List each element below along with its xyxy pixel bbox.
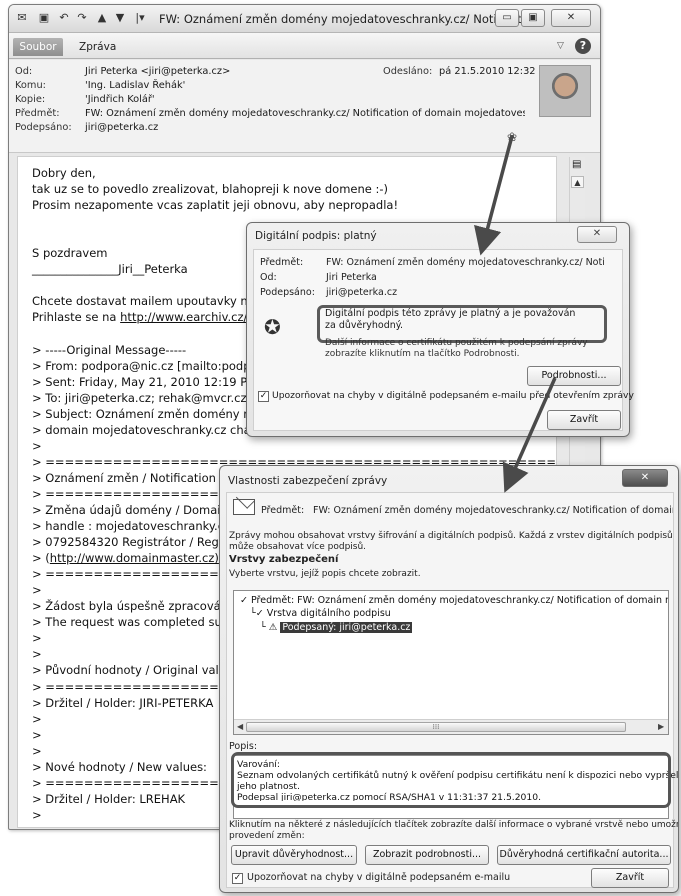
domainmaster-link[interactable]: http://www.domainmaster.cz): [50, 551, 219, 565]
window-title: FW: Oznámení změn domény mojedatoveschra…: [159, 12, 543, 26]
signed-envelope-icon: [233, 499, 255, 515]
cc-value[interactable]: 'Jindřich Kolář': [85, 94, 155, 105]
sent-label: Odesláno:: [383, 66, 433, 77]
dialog-close-button[interactable]: ✕: [622, 469, 668, 487]
subject-value: FW: Oznámení změn domény mojedatoveschra…: [313, 505, 673, 516]
certificate-ribbon-icon: ✪: [264, 315, 281, 339]
title-bar: ✉ ▣ ↶ ↷ ▲ ▼ |▾ FW: Oznámení změn domény …: [9, 5, 600, 33]
save-icon[interactable]: ▣: [37, 11, 51, 25]
signed-label: Podepsáno:: [260, 287, 315, 298]
from-label: Od:: [15, 66, 33, 77]
dialog-close-button[interactable]: ✕: [577, 226, 617, 243]
tab-message[interactable]: Zpráva: [79, 41, 116, 53]
body-line: >: [32, 438, 42, 453]
scroll-left-icon[interactable]: ◀: [237, 722, 243, 731]
body-line: Prosim nezapomente vcas zaplatit jeji ob…: [32, 198, 399, 213]
warn-checkbox-label: Upozorňovat na chyby v digitálně podepsa…: [272, 390, 634, 401]
minimize-button[interactable]: ▭: [495, 9, 519, 27]
subject-label: Předmět:: [15, 108, 60, 119]
help-icon[interactable]: ?: [575, 38, 591, 54]
layers-info: Zprávy mohou obsahovat vrstvy šifrování …: [229, 531, 673, 541]
from-value[interactable]: Jiri Peterka <jiri@peterka.cz>: [85, 66, 230, 77]
body-line: Dobry den,: [32, 166, 96, 180]
warn-checkbox[interactable]: ✓: [258, 391, 269, 402]
earchiv-link[interactable]: http://www.earchiv.cz/: [120, 310, 247, 324]
subject-label: Předmět:: [260, 257, 304, 268]
undo-icon[interactable]: ↶: [57, 11, 71, 25]
scroll-up-button[interactable]: ▲: [571, 176, 584, 188]
mail-icon: ✉: [17, 11, 27, 24]
warn-checkbox-label: Upozorňovat na chyby v digitálně podepsa…: [247, 872, 511, 883]
trusted-ca-button[interactable]: Důvěryhodná certifikační autorita...: [497, 845, 671, 865]
to-label: Komu:: [15, 80, 46, 91]
tree-item-signer[interactable]: └ ⚠ Podepsaný: jiri@peterka.cz: [260, 622, 413, 633]
signature-ribbon-icon[interactable]: ❀: [507, 130, 517, 144]
maximize-button[interactable]: ▣: [521, 9, 545, 27]
from-value: Jiri Peterka: [326, 272, 377, 283]
subject-label: Předmět:: [261, 505, 305, 516]
scroll-right-icon[interactable]: ▶: [658, 722, 664, 731]
dialog-title: Vlastnosti zabezpečení zprávy: [228, 475, 388, 487]
previous-item-icon[interactable]: ▲: [95, 11, 109, 25]
expand-ribbon-icon[interactable]: ▽: [557, 41, 564, 51]
warning-icon: ⚠: [268, 622, 278, 633]
layers-info-2: může obsahovat více podpisů.: [229, 542, 367, 552]
next-item-icon[interactable]: ▼: [113, 11, 127, 25]
tree-item-subject-label: Předmět: FW: Oznámení změn domény mojeda…: [250, 595, 668, 606]
dialog-title: Digitální podpis: platný: [255, 230, 377, 242]
details-hint: Další informace o certifikátu použitém k…: [325, 338, 588, 359]
tree-horizontal-scrollbar[interactable]: ◀ ⁞⁞⁞ ▶: [234, 719, 668, 734]
tree-item-signer-label: Podepsaný: jiri@peterka.cz: [280, 622, 413, 633]
layers-hint: Vyberte vrstvu, jejíž popis chcete zobra…: [229, 569, 421, 579]
view-details-button[interactable]: Zobrazit podrobnosti...: [365, 845, 489, 865]
tree-item-subject[interactable]: ✓ Předmět: FW: Oznámení změn domény moje…: [240, 595, 668, 606]
sender-photo: [539, 65, 591, 117]
subject-value: FW: Oznámení změn domény mojedatoveschra…: [326, 257, 605, 268]
close-button[interactable]: ✕: [551, 9, 591, 27]
signed-value: jiri@peterka.cz: [85, 122, 159, 133]
sent-value: pá 21.5.2010 12:32: [439, 66, 536, 77]
validity-message: Digitální podpis této zprávy je platný a…: [325, 308, 576, 331]
tree-item-signature-layer-label: Vrstva digitálního podpisu: [266, 608, 391, 619]
body-line: tak uz se to povedlo zrealizovat, blahop…: [32, 182, 389, 197]
customize-toolbar-icon[interactable]: |▾: [133, 11, 147, 25]
to-value[interactable]: 'Ing. Ladislav Řehák': [85, 80, 185, 91]
layers-heading: Vrstvy zabezpečení: [229, 554, 339, 565]
signature-status-icon[interactable]: ▤: [572, 159, 581, 170]
warning-highlight: [231, 752, 671, 808]
security-panel: Předmět: FW: Oznámení změn domény mojeda…: [226, 492, 678, 888]
from-label: Od:: [260, 272, 277, 283]
close-dialog-button[interactable]: Zavřít: [547, 410, 621, 430]
click-info: Kliknutím na některé z následujících tla…: [229, 820, 679, 830]
close-dialog-button[interactable]: Zavřít: [591, 868, 669, 888]
redo-icon[interactable]: ↷: [75, 11, 89, 25]
tab-file[interactable]: Soubor: [13, 38, 63, 56]
cc-label: Kopie:: [15, 94, 46, 105]
tree-item-signature-layer[interactable]: └✓ Vrstva digitálního podpisu: [250, 608, 391, 619]
details-button[interactable]: Podrobnosti...: [527, 366, 621, 386]
subject-value: FW: Oznámení změn domény mojedatoveschra…: [85, 108, 525, 119]
warn-checkbox[interactable]: ✓: [232, 873, 243, 884]
signed-label: Podepsáno:: [15, 122, 72, 133]
edit-trust-button[interactable]: Upravit důvěryhodnost...: [231, 845, 357, 865]
click-info-2: provedení změn:: [229, 831, 305, 841]
scroll-thumb[interactable]: ⁞⁞⁞: [246, 722, 626, 732]
security-layers-tree[interactable]: ✓ Předmět: FW: Oznámení změn domény moje…: [233, 590, 669, 735]
ribbon: Soubor Zpráva ▽ ?: [9, 33, 600, 59]
security-properties-dialog: Vlastnosti zabezpečení zprávy ✕ Předmět:…: [219, 465, 679, 893]
signature-dialog: Digitální podpis: platný ✕ Předmět: FW: …: [246, 222, 634, 437]
signed-value: jiri@peterka.cz: [326, 287, 398, 298]
description-label: Popis:: [229, 741, 258, 752]
